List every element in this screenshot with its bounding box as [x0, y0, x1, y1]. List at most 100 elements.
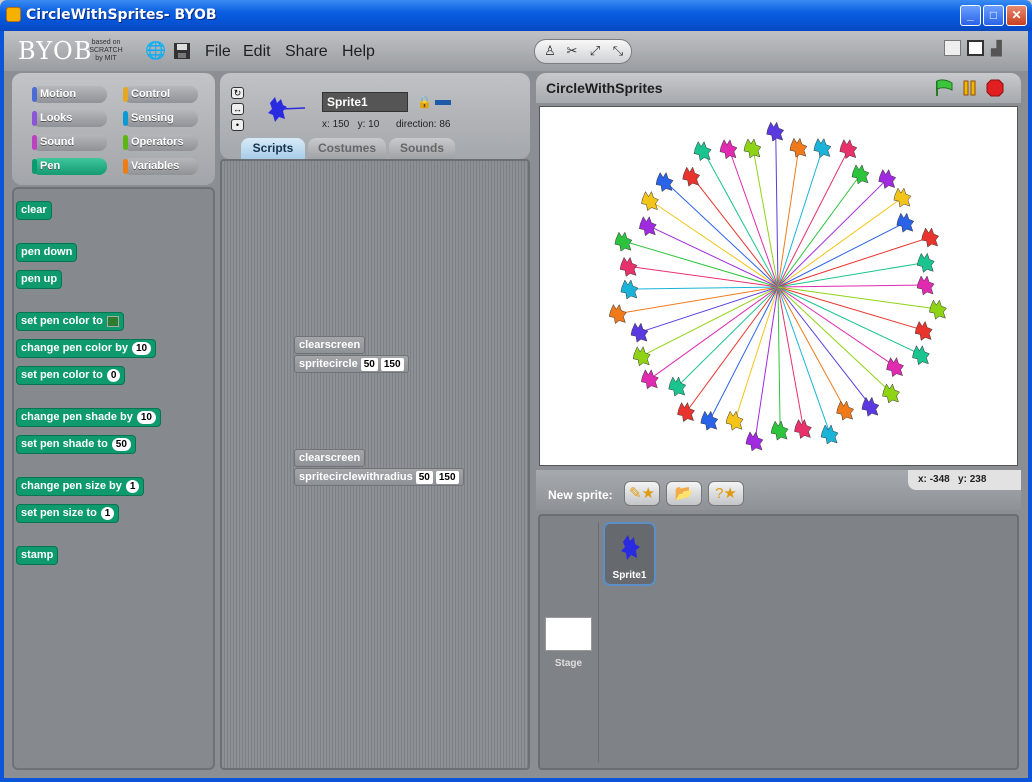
spritecirclewithradius-arg-1[interactable]: 50 [415, 470, 433, 484]
sprite-clone[interactable] [639, 216, 657, 237]
category-pen[interactable]: Pen [32, 158, 107, 175]
sprite-clone[interactable] [916, 275, 935, 296]
category-control[interactable]: Control [123, 86, 198, 103]
block-clearscreen-2[interactable]: clearscreen [294, 449, 366, 467]
block-set-pen-size[interactable]: set pen size to 1 [16, 504, 120, 523]
sprite-clone[interactable] [743, 138, 762, 159]
stop-icon[interactable] [986, 79, 1004, 102]
sprite-thumbnail[interactable]: Sprite1 [603, 522, 656, 586]
change-pen-size-input[interactable]: 1 [125, 480, 140, 493]
change-pen-color-input[interactable]: 10 [131, 342, 152, 355]
block-clearscreen-1[interactable]: clearscreen [294, 336, 366, 354]
spritecirclewithradius-arg-2[interactable]: 150 [435, 470, 459, 484]
no-rotate-icon[interactable]: • [231, 119, 244, 131]
menu-edit[interactable]: Edit [243, 43, 271, 61]
sprite-clone[interactable] [921, 227, 940, 248]
spritecircle-arg-2[interactable]: 150 [380, 357, 404, 371]
normal-stage-layout-icon[interactable] [967, 40, 984, 56]
tab-scripts[interactable]: Scripts [241, 138, 305, 159]
sprite-clone[interactable] [916, 252, 935, 273]
shrink-tool-icon[interactable]: ⤡ [608, 43, 628, 60]
category-operators[interactable]: Operators [123, 134, 198, 151]
block-pen-down[interactable]: pen down [16, 243, 78, 262]
block-change-pen-color[interactable]: change pen color by 10 [16, 339, 157, 358]
sprite-clone[interactable] [677, 402, 695, 423]
sprite-clone[interactable] [893, 187, 912, 208]
category-looks[interactable]: Looks [32, 110, 107, 127]
stage-thumbnail[interactable] [545, 617, 592, 651]
green-flag-icon[interactable] [934, 79, 954, 102]
tab-costumes[interactable]: Costumes [308, 138, 386, 159]
block-pen-up[interactable]: pen up [16, 270, 63, 289]
set-pen-shade-input[interactable]: 50 [111, 438, 131, 451]
block-change-pen-size[interactable]: change pen size by 1 [16, 477, 145, 496]
block-change-pen-shade[interactable]: change pen shade by 10 [16, 408, 161, 427]
sprite-clone[interactable] [789, 137, 808, 158]
spritecircle-arg-1[interactable]: 50 [360, 357, 378, 371]
sprite-clone[interactable] [641, 191, 659, 212]
sprite-clone[interactable] [839, 139, 858, 160]
set-pen-color-input[interactable]: 0 [106, 369, 121, 382]
menu-file[interactable]: File [205, 43, 231, 61]
sprite-clone[interactable] [630, 322, 649, 343]
sprite-clone[interactable] [886, 357, 904, 378]
sprite-clone[interactable] [861, 396, 880, 417]
sprite-clone[interactable] [693, 141, 712, 162]
close-button[interactable]: ✕ [1006, 5, 1027, 26]
grow-tool-icon[interactable]: ⤢ [585, 43, 605, 60]
category-motion[interactable]: Motion [32, 86, 107, 103]
paint-new-sprite-button[interactable]: ✎★ [624, 481, 660, 506]
sprite-clone[interactable] [719, 139, 738, 160]
flip-style-icon[interactable]: ↔ [231, 103, 244, 115]
block-stamp[interactable]: stamp [16, 546, 59, 565]
sprite-clone[interactable] [700, 410, 719, 431]
sprite-clone[interactable] [641, 369, 659, 390]
set-pen-size-input[interactable]: 1 [100, 507, 115, 520]
block-spritecirclewithradius[interactable]: spritecirclewithradius 50 150 [294, 468, 464, 486]
color-swatch[interactable] [106, 316, 119, 327]
sprite-clone[interactable] [914, 320, 933, 341]
sprite-clone[interactable] [896, 212, 915, 233]
sprite-clone[interactable] [682, 166, 701, 187]
maximize-button[interactable]: □ [983, 5, 1004, 26]
block-spritecircle[interactable]: spritecircle 50 150 [294, 355, 409, 373]
sprite-clone[interactable] [851, 164, 870, 185]
tab-sounds[interactable]: Sounds [389, 138, 455, 159]
change-pen-shade-input[interactable]: 10 [136, 411, 156, 424]
sprite-clone[interactable] [766, 121, 785, 142]
lock-icon[interactable]: 🔒 [417, 95, 432, 109]
sprite-clone[interactable] [655, 171, 674, 192]
scripts-area[interactable] [220, 159, 530, 770]
scissors-tool-icon[interactable]: ✂ [562, 43, 582, 60]
stage-canvas[interactable] [539, 106, 1018, 466]
sprite-clone[interactable] [929, 299, 947, 320]
stamp-tool-icon[interactable]: ♙ [540, 43, 560, 60]
block-set-pen-color-swatch[interactable]: set pen color to [16, 312, 124, 331]
sprite-name-field[interactable]: Sprite1 [322, 92, 408, 112]
random-sprite-button[interactable]: ?★ [708, 481, 744, 506]
category-sound[interactable]: Sound [32, 134, 107, 151]
block-set-pen-color-number[interactable]: set pen color to 0 [16, 366, 126, 385]
sprite-clone[interactable] [609, 303, 627, 324]
save-icon[interactable] [172, 42, 192, 62]
presentation-mode-icon[interactable]: ▟ [991, 40, 1008, 56]
rotate-style-icon[interactable]: ↻ [231, 87, 244, 99]
sprite-clone[interactable] [745, 431, 764, 452]
category-variables[interactable]: Variables [123, 158, 198, 175]
small-stage-layout-icon[interactable] [944, 40, 961, 56]
sprite-clone[interactable] [878, 168, 897, 189]
sprite-clone[interactable] [820, 424, 839, 445]
sprite-clone[interactable] [725, 410, 744, 431]
sprite-clone[interactable] [794, 418, 812, 439]
block-clear[interactable]: clear [16, 201, 52, 220]
sprite-clone[interactable] [614, 231, 633, 252]
choose-sprite-file-button[interactable]: 📂 [666, 481, 702, 506]
sprite-clone[interactable] [668, 376, 687, 397]
sprite-clone[interactable] [912, 345, 930, 366]
sprite-clone[interactable] [836, 400, 855, 421]
sprite-clone[interactable] [813, 137, 832, 158]
minimize-button[interactable]: _ [960, 5, 981, 26]
sprite-clone[interactable] [619, 256, 638, 277]
sprite-clone[interactable] [770, 420, 789, 441]
title-bar[interactable]: CircleWithSprites- BYOB _ □ ✕ [0, 0, 1032, 31]
